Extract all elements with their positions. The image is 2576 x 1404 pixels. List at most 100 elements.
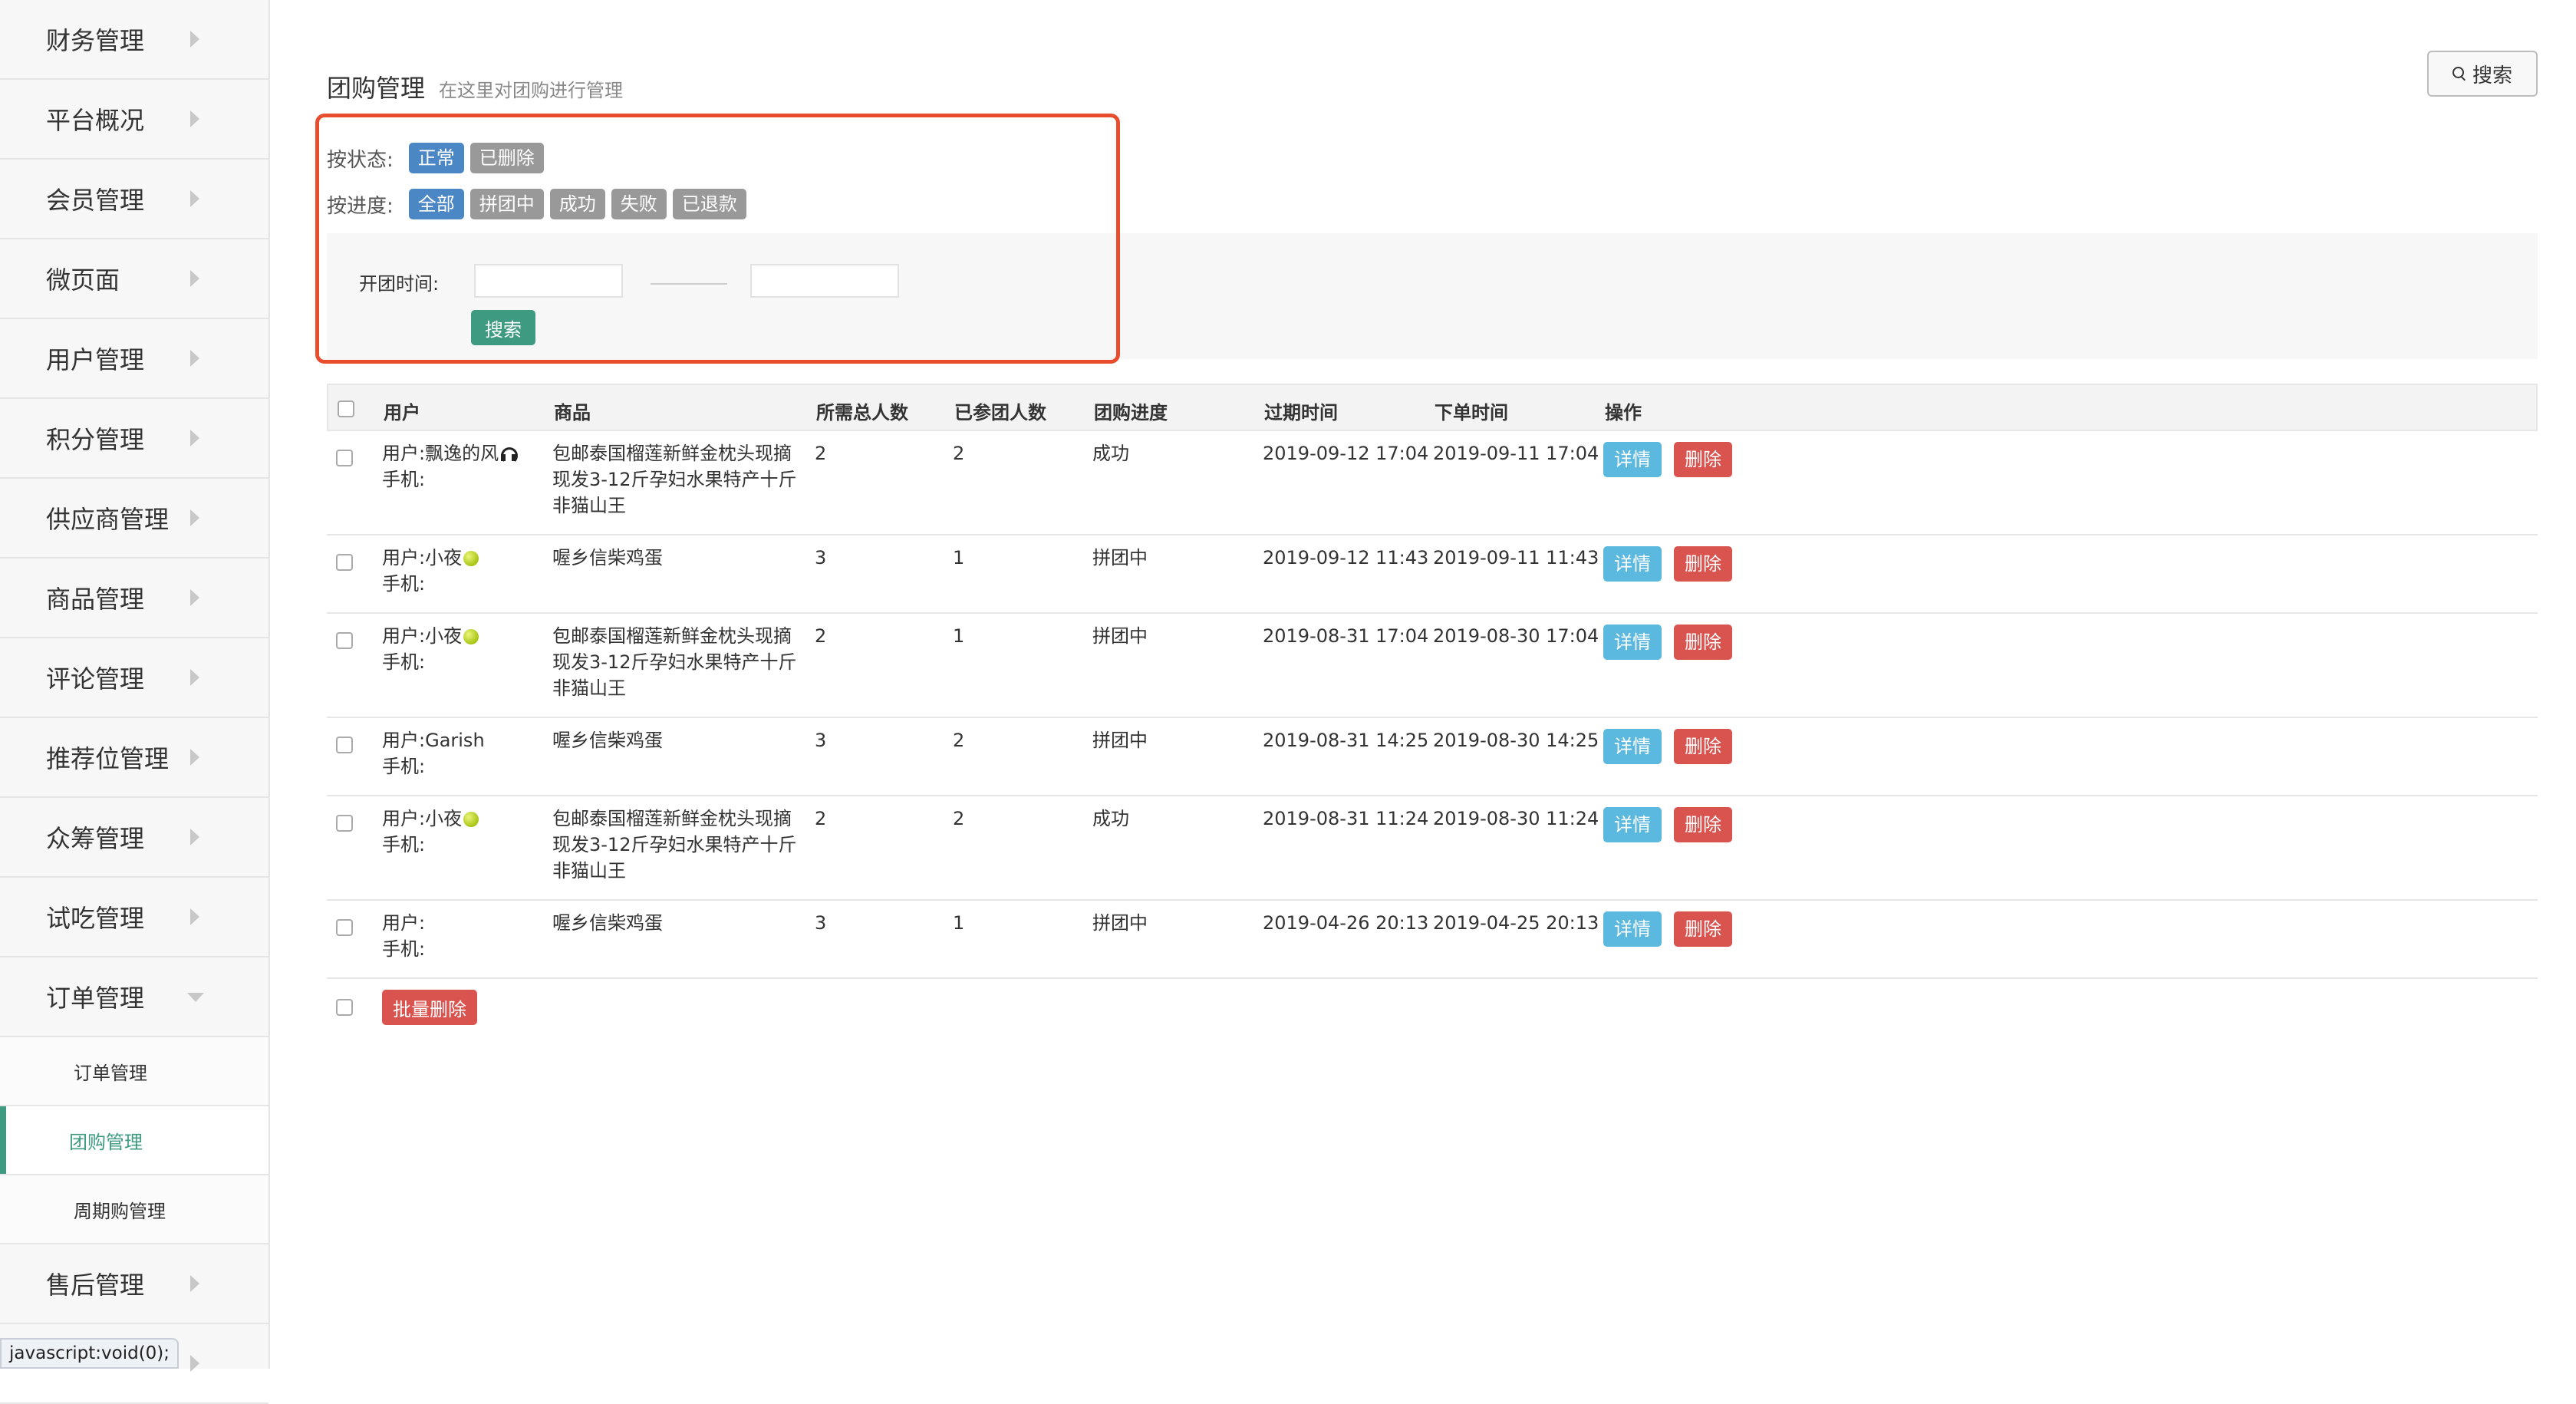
delete-button[interactable]: 删除 [1674,625,1732,660]
sidebar-item-label: 订单管理 [46,984,145,1013]
caret-right-icon [190,430,199,447]
phone-prefix: 手机: [382,469,426,490]
progress-cell: 成功 [1092,443,1129,464]
progress-tag[interactable]: 成功 [549,189,605,219]
user-prefix: 用户: [382,625,426,647]
table-header: 用户 商品 所需总人数 已参团人数 团购进度 过期时间 下单时间 操作 [327,384,2538,431]
detail-button[interactable]: 详情 [1603,625,1662,660]
caret-down-icon [187,993,204,1002]
user-line: 用户:小夜 [382,545,479,571]
row-checkbox[interactable] [336,632,353,649]
user-name: 小夜 [425,625,463,647]
row-checkbox[interactable] [336,737,353,753]
sidebar-item[interactable]: 商品管理 [0,559,268,638]
sidebar-item-label: 商品管理 [46,585,145,614]
order-time-cell: 2019-08-30 11:24 [1433,808,1599,829]
goods-cell: 喔乡信柴鸡蛋 [552,547,663,569]
select-all-checkbox[interactable] [338,400,354,417]
sidebar-item-label: 售后管理 [46,1271,145,1300]
status-bar-url: javascript:void(0); [0,1338,180,1369]
user-prefix: 用户: [382,547,426,569]
search-icon [2452,67,2466,81]
caret-right-icon [190,190,199,207]
user-name: 小夜 [425,547,463,569]
status-tag[interactable]: 正常 [408,143,464,173]
sidebar-item[interactable]: 众筹管理 [0,798,268,878]
expire-cell: 2019-09-12 17:04 [1263,443,1429,464]
batch-select-checkbox[interactable] [336,999,353,1016]
detail-button[interactable]: 详情 [1603,807,1662,842]
main-content: 团购管理 在这里对团购进行管理 搜索 按状态: 正常 已删除 按进度: 全部 拼团中… [270,0,2576,1369]
delete-button[interactable]: 删除 [1674,546,1732,582]
sidebar-item[interactable]: 试吃管理 [0,878,268,957]
sidebar-item[interactable]: 供应商管理 [0,479,268,559]
sidebar-item[interactable]: 推荐位管理 [0,718,268,798]
joined-cell: 2 [953,808,965,829]
delete-button[interactable]: 删除 [1674,442,1732,477]
sidebar-item[interactable]: 财务管理 [0,0,268,80]
sidebar-item-label: 评论管理 [46,664,145,694]
caret-right-icon [190,350,199,367]
sidebar-item[interactable]: 售后管理 [0,1244,268,1324]
progress-tag[interactable]: 失败 [611,189,667,219]
sidebar-subitem[interactable]: 订单管理 [0,1037,268,1106]
detail-button[interactable]: 详情 [1603,442,1662,477]
sidebar-item-label: 试吃管理 [46,904,145,933]
detail-button[interactable]: 详情 [1603,729,1662,764]
sidebar-item[interactable]: 积分管理 [0,399,268,479]
date-range-separator [651,283,727,285]
date-start-input[interactable] [474,264,623,298]
joined-cell: 2 [953,730,965,751]
phone-line: 手机: [382,466,517,493]
row-checkbox[interactable] [336,554,353,571]
user-cell: 用户:小夜 手机: [382,545,479,597]
user-prefix: 用户: [382,730,426,751]
row-checkbox[interactable] [336,815,353,832]
progress-tag[interactable]: 全部 [408,189,464,219]
row-checkbox[interactable] [336,450,353,466]
detail-button[interactable]: 详情 [1603,911,1662,947]
delete-button[interactable]: 删除 [1674,729,1732,764]
col-progress: 团购进度 [1094,402,1168,424]
sidebar-item-label: 微页面 [46,265,120,295]
sidebar-item[interactable]: 微页面 [0,239,268,319]
sidebar-item[interactable]: 会员管理 [0,160,268,239]
user-name: 小夜 [425,808,463,829]
required-cell: 3 [815,912,827,934]
sidebar-item[interactable]: 用户管理 [0,319,268,399]
sidebar-subitem[interactable]: 周期购管理 [0,1175,268,1244]
top-search-button[interactable]: 搜索 [2427,51,2538,97]
date-end-input[interactable] [750,264,899,298]
detail-button[interactable]: 详情 [1603,546,1662,582]
delete-button[interactable]: 删除 [1674,911,1732,947]
sidebar-item[interactable]: 订单管理 [0,957,268,1037]
caret-right-icon [190,31,199,48]
col-expire: 过期时间 [1264,402,1338,424]
top-search-label: 搜索 [2472,64,2512,87]
caret-right-icon [190,669,199,686]
col-order-time: 下单时间 [1435,402,1508,424]
table-row: 用户:小夜 手机: 包邮泰国榴莲新鲜金枕头现摘现发3-12斤孕妇水果特产十斤非猫山王… [327,614,2538,718]
phone-line: 手机: [382,649,479,675]
progress-tag[interactable]: 拼团中 [469,189,544,219]
sidebar-subitem[interactable]: 团购管理 [0,1106,268,1175]
progress-tag[interactable]: 已退款 [672,189,746,219]
sidebar-item-label: 供应商管理 [46,505,170,534]
sidebar-item[interactable]: 评论管理 [0,638,268,718]
user-cell: 用户:飘逸的风 手机: [382,440,519,493]
batch-delete-button[interactable]: 批量删除 [382,990,477,1025]
tennis-ball-icon [463,551,479,566]
delete-button[interactable]: 删除 [1674,807,1732,842]
required-cell: 2 [815,625,827,647]
status-tag[interactable]: 已删除 [469,143,544,173]
user-cell: 用户: 手机: [382,910,425,962]
order-time-cell: 2019-09-11 11:43 [1433,547,1599,569]
col-user: 用户 [384,402,420,424]
panel-search-button[interactable]: 搜索 [471,310,535,345]
user-name: Garish [425,730,485,751]
status-filter-label: 按状态: [327,148,394,172]
row-checkbox[interactable] [336,919,353,936]
phone-line: 手机: [382,571,479,597]
sidebar-item[interactable]: 平台概况 [0,80,268,160]
sidebar-item-label: 会员管理 [46,186,145,215]
